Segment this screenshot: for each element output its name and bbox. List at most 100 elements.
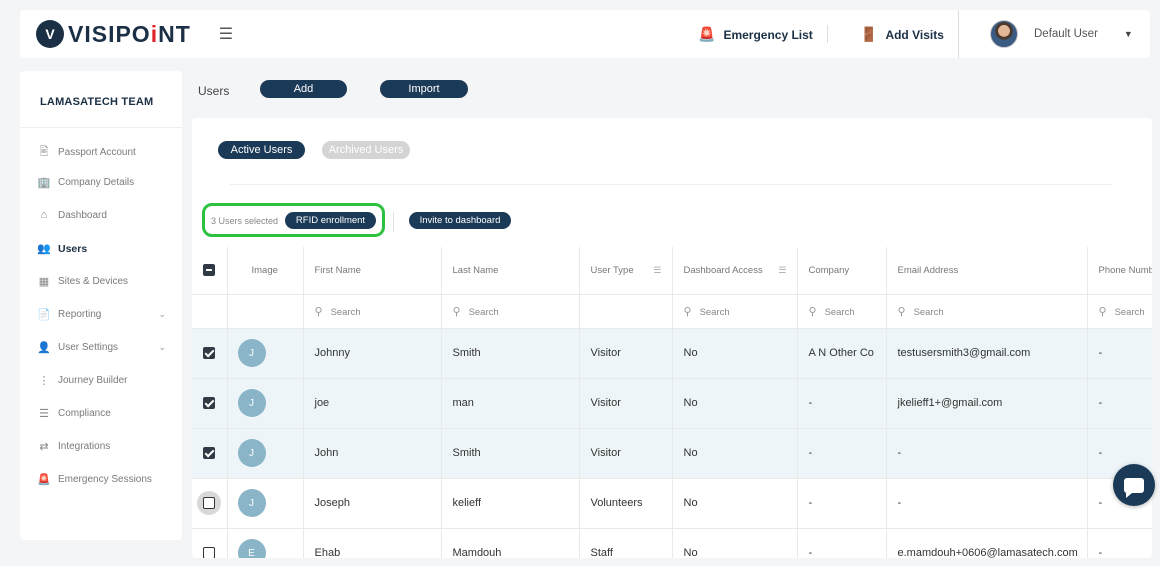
sidebar-item-users[interactable]: 👥 Users bbox=[36, 242, 166, 256]
row-checkbox[interactable] bbox=[203, 447, 216, 460]
integrations-icon: ⇄ bbox=[39, 441, 49, 453]
divider bbox=[20, 127, 182, 128]
table-row[interactable]: J Johnny Smith Visitor No A N Other Co t… bbox=[192, 328, 1152, 379]
sidebar-item-reporting[interactable]: 📄 Reporting ⌄ bbox=[36, 308, 166, 321]
sidebar-item-journey-builder[interactable]: ⋮ Journey Builder bbox=[36, 374, 166, 387]
search-company[interactable]: ⚲ Search bbox=[797, 294, 887, 329]
emergency-list-link[interactable]: 🚨 Emergency List bbox=[698, 26, 813, 43]
sidebar-item-label: Reporting bbox=[58, 309, 102, 320]
search-phone[interactable]: ⚲ Search bbox=[1087, 294, 1152, 329]
row-checkbox[interactable] bbox=[203, 497, 216, 509]
column-header-email[interactable]: Email Address bbox=[886, 247, 1088, 295]
siren-icon: 🚨 bbox=[698, 26, 716, 42]
rfid-enrollment-button[interactable]: RFID enrollment bbox=[285, 212, 376, 229]
search-icon: ⚲ bbox=[452, 305, 461, 318]
hamburger-icon[interactable]: ☰ bbox=[219, 24, 233, 44]
emergency-list-label: Emergency List bbox=[723, 27, 813, 42]
chat-button[interactable] bbox=[1113, 464, 1155, 506]
sidebar-item-label: User Settings bbox=[58, 342, 119, 353]
filter-icon[interactable]: ☰ bbox=[653, 265, 661, 276]
tab-active-users[interactable]: Active Users bbox=[218, 141, 305, 159]
users-panel: Active Users Archived Users 3 Users sele… bbox=[192, 118, 1152, 558]
row-checkbox-cell bbox=[192, 378, 228, 429]
dashboard-access-cell: No bbox=[672, 328, 798, 379]
search-row: ⚲ Search ⚲ Search ⚲ Search ⚲ Search ⚲ Search … bbox=[192, 294, 1152, 329]
chevron-down-icon[interactable]: ⌄ bbox=[158, 342, 166, 353]
search-placeholder: Search bbox=[699, 306, 730, 318]
search-icon: ⚲ bbox=[808, 305, 817, 318]
search-dashboard-access[interactable]: ⚲ Search bbox=[672, 294, 798, 329]
door-icon: 🚪 bbox=[860, 26, 878, 42]
dashboard-access-cell: No bbox=[672, 478, 798, 529]
table-row[interactable]: J joe man Visitor No - jkelieff1+@gmail.… bbox=[192, 378, 1152, 429]
table-row[interactable]: J John Smith Visitor No - - - bbox=[192, 428, 1152, 479]
sidebar-item-sites-devices[interactable]: ▦ Sites & Devices bbox=[36, 275, 166, 288]
top-bar: V VISIPOiNT ☰ bbox=[20, 10, 1150, 58]
invite-to-dashboard-button[interactable]: Invite to dashboard bbox=[409, 212, 511, 229]
sidebar-item-label: Journey Builder bbox=[58, 375, 128, 386]
chat-icon bbox=[1124, 477, 1144, 498]
users-table: Image First Name Last Name User Type ☰ Da… bbox=[192, 247, 1152, 558]
row-checkbox[interactable] bbox=[203, 547, 216, 558]
add-visits-link[interactable]: 🚪 Add Visits bbox=[860, 26, 944, 43]
select-all-cell bbox=[192, 247, 228, 295]
avatar-cell: J bbox=[227, 328, 304, 379]
search-icon: ⚲ bbox=[683, 305, 692, 318]
sidebar-item-integrations[interactable]: ⇄ Integrations bbox=[36, 440, 166, 453]
empty-cell bbox=[579, 294, 673, 329]
sidebar-item-label: Users bbox=[58, 242, 88, 255]
sidebar-item-user-settings[interactable]: 👤 User Settings ⌄ bbox=[36, 341, 166, 354]
column-header-phone[interactable]: Phone Number bbox=[1087, 247, 1152, 295]
visipoint-logo[interactable]: V VISIPOiNT bbox=[36, 20, 191, 48]
column-header-user-type[interactable]: User Type ☰ bbox=[579, 247, 673, 295]
email-cell: e.mamdouh+0606@lamasatech.com bbox=[886, 528, 1088, 558]
email-cell: jkelieff1+@gmail.com bbox=[886, 378, 1088, 429]
table-row[interactable]: E Ehab Mamdouh Staff No - e.mamdouh+0606… bbox=[192, 528, 1152, 558]
user-type-cell: Visitor bbox=[579, 428, 673, 479]
search-icon: ⚲ bbox=[314, 305, 323, 318]
sidebar-item-compliance[interactable]: ☰ Compliance bbox=[36, 407, 166, 420]
sidebar-item-label: Emergency Sessions bbox=[58, 474, 152, 485]
sidebar-item-label: Company Details bbox=[58, 177, 135, 188]
column-header-company[interactable]: Company bbox=[797, 247, 887, 295]
select-all-checkbox[interactable] bbox=[203, 264, 216, 277]
add-visits-label: Add Visits bbox=[885, 27, 944, 42]
column-header-last-name[interactable]: Last Name bbox=[441, 247, 580, 295]
search-last-name[interactable]: ⚲ Search bbox=[441, 294, 580, 329]
filter-icon[interactable]: ☰ bbox=[778, 265, 786, 276]
journey-icon: ⋮ bbox=[38, 375, 50, 387]
column-header-label: Dashboard Access bbox=[683, 264, 763, 276]
row-checkbox[interactable] bbox=[203, 397, 216, 410]
avatar: E bbox=[237, 539, 266, 558]
tab-archived-users[interactable]: Archived Users bbox=[322, 141, 410, 159]
user-type-cell: Staff bbox=[579, 528, 673, 558]
avatar-cell: E bbox=[227, 528, 304, 558]
row-checkbox[interactable] bbox=[203, 347, 216, 360]
add-button[interactable]: Add bbox=[260, 80, 347, 98]
user-type-cell: Volunteers bbox=[579, 478, 673, 529]
sidebar-item-emergency-sessions[interactable]: 🚨 Emergency Sessions bbox=[36, 473, 166, 486]
avatar: J bbox=[237, 489, 266, 517]
chevron-down-icon[interactable]: ⌄ bbox=[158, 309, 166, 320]
column-header-dashboard-access[interactable]: Dashboard Access ☰ bbox=[672, 247, 798, 295]
search-email[interactable]: ⚲ Search bbox=[886, 294, 1088, 329]
sidebar-item-dashboard[interactable]: ⌂ Dashboard bbox=[36, 209, 166, 221]
user-avatar[interactable] bbox=[990, 20, 1018, 48]
user-menu[interactable]: Default User ▼ bbox=[990, 20, 1133, 48]
column-header-first-name[interactable]: First Name bbox=[303, 247, 442, 295]
user-type-cell: Visitor bbox=[579, 328, 673, 379]
caret-down-icon[interactable]: ▼ bbox=[1124, 29, 1133, 39]
import-button[interactable]: Import bbox=[380, 80, 468, 98]
team-name: LAMASATECH TEAM bbox=[40, 96, 154, 108]
home-icon: ⌂ bbox=[40, 209, 48, 221]
column-header-label: User Type bbox=[590, 264, 634, 276]
sidebar-item-company-details[interactable]: 🏢 Company Details bbox=[36, 176, 166, 189]
compliance-icon: ☰ bbox=[39, 408, 49, 420]
search-first-name[interactable]: ⚲ Search bbox=[303, 294, 442, 329]
siren-icon: 🚨 bbox=[37, 474, 51, 486]
sidebar-item-passport-account[interactable]: 🖹 Passport Account bbox=[36, 143, 166, 162]
table-row[interactable]: J Joseph kelieff Volunteers No - - - bbox=[192, 478, 1152, 529]
divider bbox=[958, 10, 959, 58]
avatar: J bbox=[237, 389, 266, 417]
search-placeholder: Search bbox=[824, 306, 855, 318]
